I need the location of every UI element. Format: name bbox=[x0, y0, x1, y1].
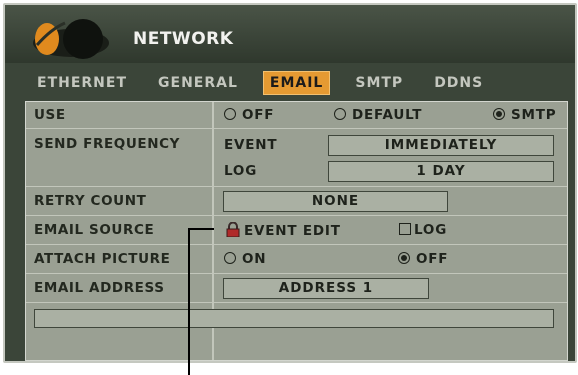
log-frequency-select[interactable]: 1 DAY bbox=[328, 161, 554, 182]
email-source-row: EMAIL SOURCE EVENT EDIT LOG bbox=[26, 216, 567, 245]
event-label: EVENT bbox=[224, 137, 278, 153]
email-address-select[interactable]: ADDRESS 1 bbox=[223, 278, 429, 299]
retry-count-label: RETRY COUNT bbox=[34, 193, 147, 209]
send-frequency-label: SEND FREQUENCY bbox=[34, 136, 181, 152]
tab-ddns[interactable]: DDNS bbox=[428, 72, 489, 94]
tab-bar: ETHERNET GENERAL EMAIL SMTP DDNS bbox=[31, 71, 508, 95]
event-frequency-select[interactable]: IMMEDIATELY bbox=[328, 135, 554, 156]
radio-icon bbox=[334, 108, 346, 120]
send-frequency-row: SEND FREQUENCY EVENT IMMEDIATELY LOG 1 D… bbox=[26, 129, 567, 187]
email-address-input[interactable] bbox=[34, 309, 554, 328]
radio-selected-icon bbox=[493, 108, 505, 120]
callout-pointer-arm bbox=[188, 228, 214, 230]
globe-logo-icon bbox=[33, 19, 109, 59]
log-label: LOG bbox=[224, 163, 258, 179]
log-checkbox[interactable]: LOG bbox=[399, 222, 447, 238]
radio-selected-icon bbox=[398, 252, 410, 264]
callout-pointer bbox=[188, 228, 190, 375]
retry-count-row: RETRY COUNT NONE bbox=[26, 187, 567, 216]
radio-icon bbox=[224, 108, 236, 120]
event-edit-button[interactable]: EVENT EDIT bbox=[226, 221, 341, 239]
use-label: USE bbox=[34, 107, 66, 123]
retry-count-select[interactable]: NONE bbox=[223, 191, 448, 212]
checkbox-icon bbox=[399, 223, 411, 235]
attach-on-radio[interactable]: ON bbox=[224, 251, 266, 267]
tab-smtp[interactable]: SMTP bbox=[349, 72, 409, 94]
email-address-label: EMAIL ADDRESS bbox=[34, 280, 165, 296]
tab-general[interactable]: GENERAL bbox=[152, 72, 244, 94]
title-bar: NETWORK bbox=[5, 5, 575, 63]
radio-icon bbox=[224, 252, 236, 264]
network-window: NETWORK ETHERNET GENERAL EMAIL SMTP DDNS… bbox=[3, 3, 577, 363]
tab-email[interactable]: EMAIL bbox=[262, 71, 331, 95]
attach-picture-row: ATTACH PICTURE ON OFF bbox=[26, 245, 567, 274]
window-title: NETWORK bbox=[133, 29, 234, 49]
use-off-radio[interactable]: OFF bbox=[224, 107, 274, 123]
attach-off-radio[interactable]: OFF bbox=[398, 251, 448, 267]
attach-picture-label: ATTACH PICTURE bbox=[34, 251, 171, 267]
email-address-row: EMAIL ADDRESS ADDRESS 1 bbox=[26, 274, 567, 303]
email-settings-panel: USE OFF DEFAULT SMTP SEND FREQUENCY EVEN… bbox=[25, 101, 568, 361]
email-source-label: EMAIL SOURCE bbox=[34, 222, 155, 238]
use-row: USE OFF DEFAULT SMTP bbox=[26, 102, 567, 129]
use-smtp-radio[interactable]: SMTP bbox=[493, 107, 556, 123]
use-default-radio[interactable]: DEFAULT bbox=[334, 107, 422, 123]
tab-ethernet[interactable]: ETHERNET bbox=[31, 72, 133, 94]
lock-icon bbox=[226, 221, 240, 238]
